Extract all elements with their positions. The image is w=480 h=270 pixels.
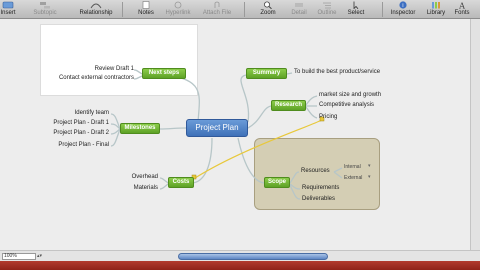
horizontal-scrollbar[interactable]: 100% ▴▾ bbox=[0, 250, 480, 261]
subtopic-review-draft-1[interactable]: Review Draft 1 bbox=[64, 66, 134, 73]
subtopic-contact-contractors[interactable]: Contact external contractors bbox=[40, 75, 134, 82]
central-topic[interactable]: Project Plan bbox=[186, 119, 248, 137]
subtopic-materials[interactable]: Materials bbox=[110, 185, 158, 192]
topic-costs[interactable]: Costs bbox=[168, 177, 194, 188]
subtopic-deliverables[interactable]: Deliverables bbox=[302, 196, 335, 203]
subtopic-internal[interactable]: Internal bbox=[344, 164, 361, 171]
subtopic-final[interactable]: Project Plan - Final bbox=[30, 142, 109, 149]
expand-arrow-icon[interactable]: ▾ bbox=[368, 174, 371, 181]
subtopic-market-size[interactable]: market size and growth bbox=[319, 92, 381, 99]
dock-strip bbox=[0, 261, 480, 270]
topic-milestones[interactable]: Milestones bbox=[120, 123, 160, 134]
zoom-select[interactable]: 100% bbox=[2, 253, 36, 260]
zoom-stepper-icon[interactable]: ▴▾ bbox=[37, 253, 42, 259]
subtopic-draft-2[interactable]: Project Plan - Draft 2 bbox=[30, 130, 109, 137]
subtopic-resources[interactable]: Resources bbox=[301, 168, 330, 175]
subtopic-draft-1[interactable]: Project Plan - Draft 1 bbox=[30, 120, 109, 127]
subtopic-competitive-analysis[interactable]: Competitive analysis bbox=[319, 102, 374, 109]
scrollbar-thumb[interactable] bbox=[178, 253, 328, 260]
topic-research[interactable]: Research bbox=[271, 100, 306, 111]
topic-scope[interactable]: Scope bbox=[264, 177, 290, 188]
subtopic-identify-team[interactable]: Identify team bbox=[40, 110, 109, 117]
expand-arrow-icon[interactable]: ▾ bbox=[368, 163, 371, 170]
subtopic-summary-goal[interactable]: To build the best product/service bbox=[294, 69, 380, 76]
topic-next-steps[interactable]: Next steps bbox=[142, 68, 186, 79]
vertical-scrollbar[interactable] bbox=[470, 19, 480, 250]
subtopic-overhead[interactable]: Overhead bbox=[110, 174, 158, 181]
subtopic-pricing[interactable]: Pricing bbox=[319, 114, 337, 121]
subtopic-external[interactable]: External bbox=[344, 175, 362, 182]
topic-summary[interactable]: Summary bbox=[246, 68, 287, 79]
subtopic-requirements[interactable]: Requirements bbox=[302, 185, 339, 192]
